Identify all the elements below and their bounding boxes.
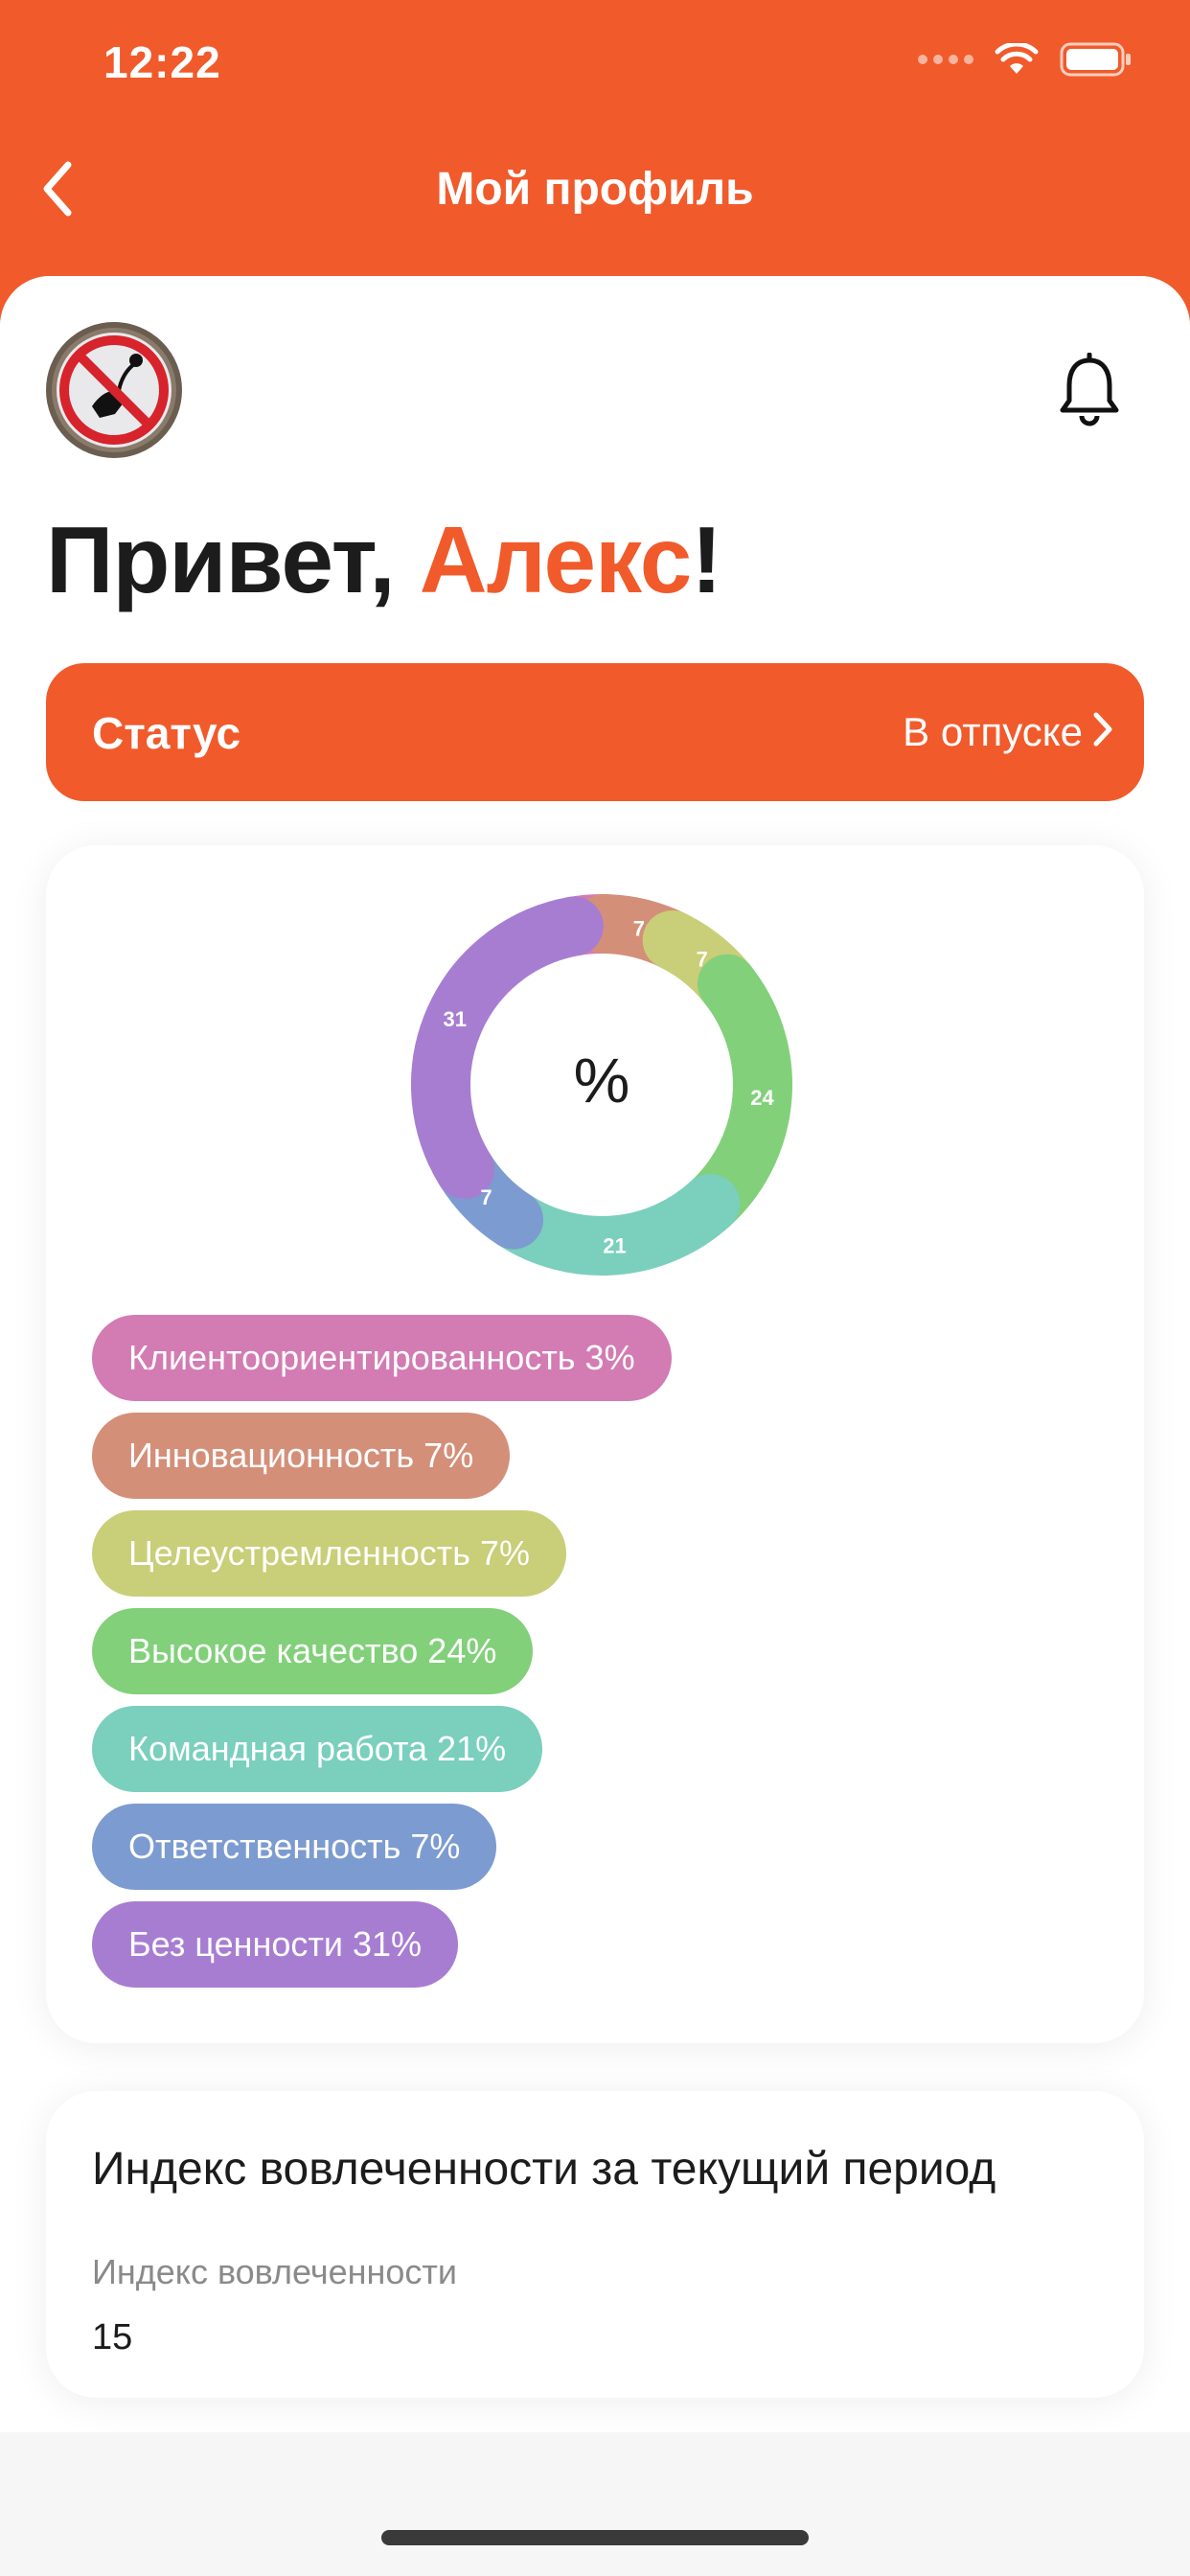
avatar-image	[57, 333, 172, 448]
legend-item: Клиентоориентированность 3%	[92, 1315, 672, 1401]
donut-slice-label: 21	[603, 1233, 626, 1257]
status-bar: 12:22	[0, 0, 1190, 134]
chevron-right-icon	[1093, 712, 1112, 747]
profile-content: Привет, Алекс! Статус В отпуске 7 7 24 21 7 3…	[0, 276, 1190, 2432]
notifications-button[interactable]	[1056, 352, 1123, 429]
legend-item: Без ценности 31%	[92, 1901, 459, 1988]
donut-center-label: %	[574, 1045, 630, 1116]
legend-item: Ответственность 7%	[92, 1804, 497, 1890]
greeting-heading: Привет, Алекс!	[46, 506, 722, 614]
battery-icon	[1060, 42, 1131, 77]
wifi-icon	[995, 43, 1039, 74]
status-card[interactable]: Статус В отпуске	[46, 663, 1144, 801]
values-chart-card: 7 7 24 21 7 31 % Клиентоориентированность 3% И…	[46, 845, 1144, 2043]
engagement-title: Индекс вовлеченности за текущий период	[92, 2144, 996, 2195]
nav-bar: Мой профиль	[0, 134, 1190, 249]
avatar[interactable]	[46, 322, 182, 458]
profile-sheet: Привет, Алекс! Статус В отпуске 7 7 24 21 7 3…	[0, 276, 1190, 2576]
legend-item: Целеустремленность 7%	[92, 1510, 567, 1597]
donut-slice	[411, 896, 604, 1200]
page-title: Мой профиль	[436, 164, 754, 215]
engagement-card: Индекс вовлеченности за текущий период И…	[46, 2091, 1144, 2398]
legend-item: Командная работа 21%	[92, 1706, 543, 1792]
engagement-value: 15	[92, 2317, 133, 2358]
status-value: В отпуске	[903, 709, 1083, 754]
status-time: 12:22	[103, 37, 221, 87]
bell-icon	[1060, 352, 1119, 426]
legend-item: Высокое качество 24%	[92, 1608, 534, 1694]
values-donut-chart: 7 7 24 21 7 31 %	[411, 894, 792, 1276]
greeting-prefix: Привет,	[46, 507, 420, 612]
greeting-suffix: !	[691, 507, 722, 612]
donut-slice-label: 7	[697, 948, 708, 972]
values-legend: Клиентоориентированность 3% Инновационнос…	[92, 1315, 672, 1999]
status-label: Статус	[92, 708, 241, 758]
legend-item: Инновационность 7%	[92, 1413, 511, 1499]
status-icons	[918, 42, 1133, 77]
donut-slice-label: 31	[444, 1007, 467, 1031]
engagement-label: Индекс вовлеченности	[92, 2252, 457, 2291]
signal-icon	[918, 55, 973, 64]
user-name: Алекс	[419, 507, 692, 612]
donut-slice-label: 24	[750, 1086, 774, 1110]
home-indicator	[381, 2530, 809, 2545]
donut-slice-label: 7	[480, 1185, 492, 1209]
donut-slice-label: 7	[633, 917, 645, 941]
